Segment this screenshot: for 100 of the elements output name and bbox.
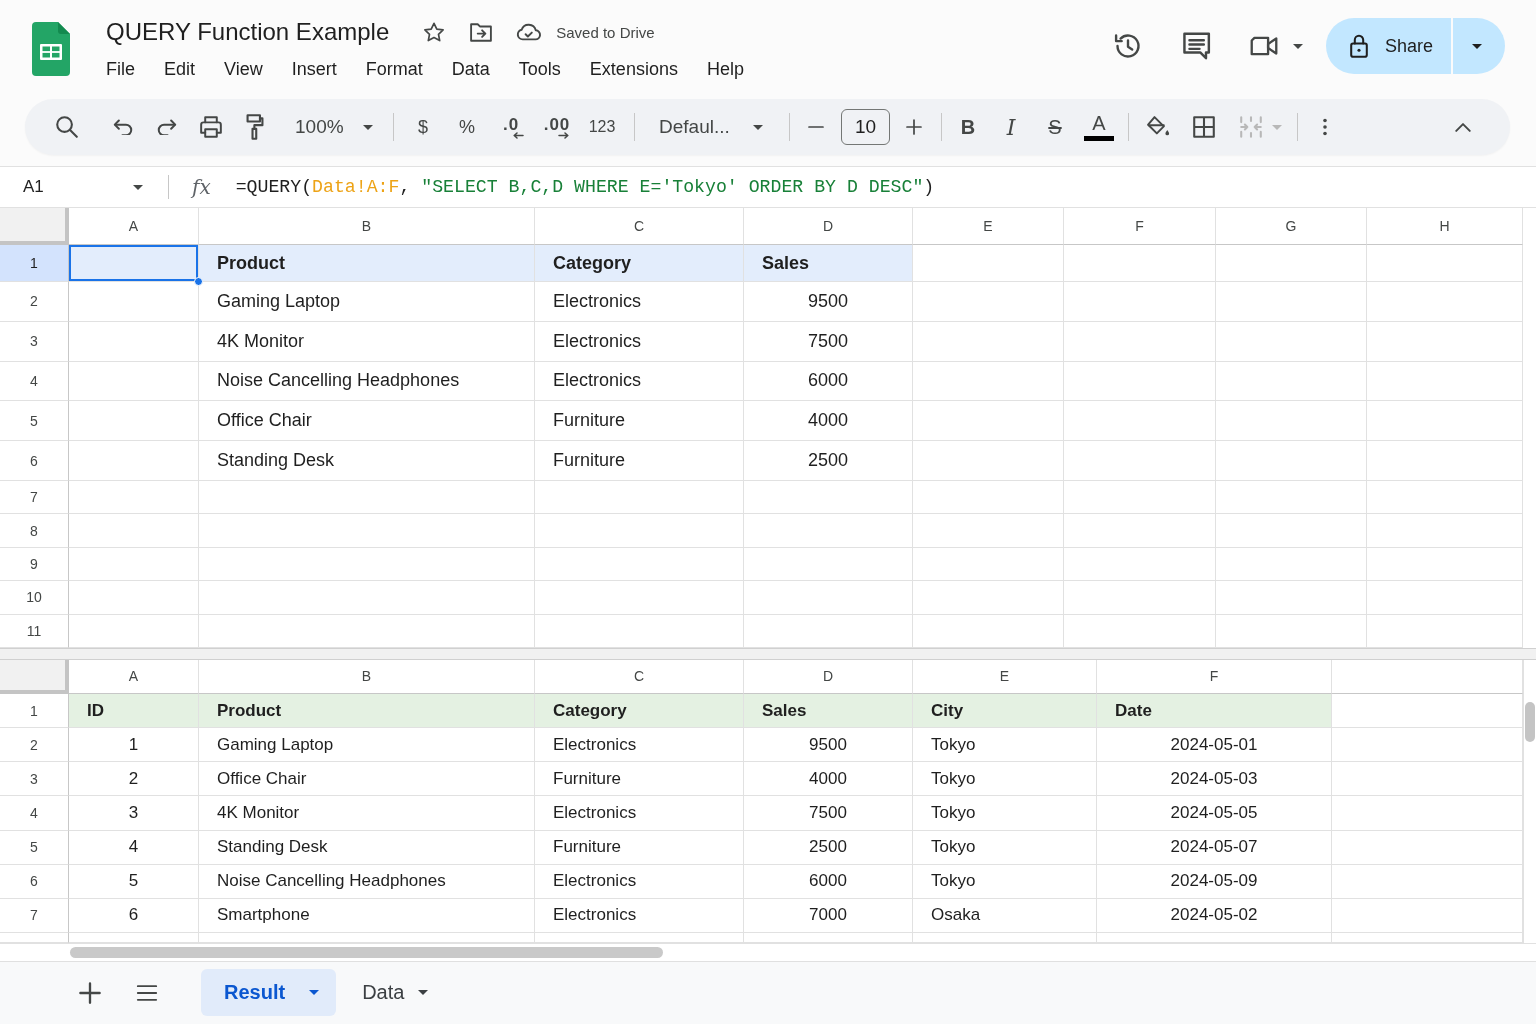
plus-icon[interactable]	[906, 119, 922, 135]
scrollbar-thumb[interactable]	[1525, 701, 1535, 742]
paint-bucket-icon[interactable]	[1146, 116, 1170, 138]
column-header[interactable]: F	[1097, 659, 1332, 694]
sheet-tab[interactable]: Result	[201, 969, 337, 1017]
arrow-right-icon	[558, 131, 570, 139]
row-header[interactable]: 1	[0, 245, 69, 282]
document-title[interactable]: QUERY Function Example	[106, 16, 390, 48]
table-cell: Product	[199, 245, 535, 282]
table-cell: 2024-05-09	[1097, 864, 1332, 899]
column-header[interactable]: B	[199, 659, 535, 694]
redo-icon[interactable]	[157, 119, 177, 135]
row-header[interactable]: 6	[0, 441, 69, 481]
column-header[interactable]: F	[1064, 208, 1216, 245]
menu-item[interactable]: Extensions	[585, 56, 682, 82]
spreadsheet-logo-icon[interactable]	[32, 22, 70, 76]
row-header[interactable]: 7	[0, 898, 69, 933]
table-cell: Osaka	[913, 898, 1097, 933]
horizontal-scrollbar[interactable]	[0, 942, 1536, 961]
number-format-button[interactable]: 123	[588, 118, 616, 136]
table-cell: 2024-05-03	[1097, 762, 1332, 797]
row-header[interactable]: 4	[0, 796, 69, 831]
row-header[interactable]: 4	[0, 361, 69, 402]
text-color-button[interactable]: A	[1084, 113, 1114, 141]
scrollbar-thumb[interactable]	[70, 946, 663, 958]
table-cell: 9500	[744, 728, 913, 763]
percent-button[interactable]: %	[459, 116, 475, 138]
more-vertical-icon[interactable]	[1322, 117, 1328, 137]
star-icon[interactable]	[423, 21, 446, 43]
plus-icon[interactable]	[79, 981, 101, 1004]
menu-item[interactable]: Help	[702, 56, 748, 82]
menu-item[interactable]: Edit	[160, 56, 200, 82]
column-header[interactable]: G	[1216, 208, 1367, 245]
borders-icon[interactable]	[1193, 116, 1215, 138]
print-icon[interactable]	[199, 116, 223, 138]
history-icon[interactable]	[1114, 32, 1142, 60]
row-header[interactable]: 7	[0, 481, 69, 515]
row-header[interactable]: 6	[0, 864, 69, 899]
caret-icon	[1272, 124, 1282, 130]
comments-icon[interactable]	[1183, 32, 1211, 60]
menu-item[interactable]: View	[220, 56, 267, 82]
row-header[interactable]: 3	[0, 321, 69, 362]
paint-roller-icon[interactable]	[245, 114, 265, 140]
table-cell: 2	[69, 762, 199, 797]
table-cell: Electronics	[535, 898, 744, 933]
font-size-field[interactable]: 10	[841, 109, 890, 145]
table-cell: Noise Cancelling Headphones	[199, 361, 535, 402]
row-header[interactable]: 2	[0, 728, 69, 763]
zoom-dropdown[interactable]: 100%	[282, 107, 382, 147]
undo-icon[interactable]	[113, 119, 133, 135]
menu-item[interactable]: Data	[447, 56, 494, 82]
table-cell: 7000	[744, 898, 913, 933]
menu-item[interactable]: Format	[361, 56, 427, 82]
table-cell: Furniture	[535, 401, 744, 442]
name-box[interactable]: A1	[0, 170, 150, 204]
column-header[interactable]: E	[913, 208, 1064, 245]
increase-decimal-button[interactable]: .00	[543, 115, 571, 139]
row-header[interactable]: 3	[0, 762, 69, 797]
column-header[interactable]: C	[535, 659, 744, 694]
row-header[interactable]: 2	[0, 282, 69, 322]
table-cell: Sales	[744, 693, 913, 729]
column-header[interactable]: A	[69, 659, 199, 694]
share-button[interactable]: Share	[1326, 18, 1451, 74]
menu-item[interactable]: Insert	[287, 56, 341, 82]
row-header[interactable]: 5	[0, 401, 69, 442]
table-cell: Tokyo	[913, 728, 1097, 763]
vertical-scrollbar[interactable]	[1523, 659, 1536, 943]
table-cell: Tokyo	[913, 796, 1097, 831]
chevron-up-icon[interactable]	[1455, 122, 1471, 132]
column-header[interactable]: E	[913, 659, 1097, 694]
currency-button[interactable]: $	[418, 116, 428, 138]
column-header[interactable]: H	[1367, 208, 1523, 245]
table-cell: 2500	[744, 830, 913, 865]
column-header[interactable]: D	[744, 659, 913, 694]
strikethrough-button[interactable]: S	[1048, 115, 1062, 139]
menu-item[interactable]: File	[102, 56, 139, 82]
menu-icon[interactable]	[136, 984, 158, 1001]
table-cell: Standing Desk	[199, 830, 535, 865]
search-icon[interactable]	[56, 116, 78, 138]
table-cell: Gaming Laptop	[199, 282, 535, 322]
formula-input[interactable]: =QUERY(Data!A:F, "SELECT B,C,D WHERE E='Tokyo' ORDER BY D DESC")	[235, 177, 935, 197]
row-header[interactable]: 9	[0, 547, 69, 582]
table-cell: Gaming Laptop	[199, 728, 535, 763]
bold-button[interactable]: B	[960, 115, 976, 139]
table-cell: Furniture	[535, 762, 744, 797]
sheet-tab[interactable]: Data	[346, 969, 446, 1017]
font-dropdown[interactable]: Defaul...	[646, 107, 772, 147]
row-header[interactable]: 5	[0, 830, 69, 865]
decrease-decimal-button[interactable]: .0	[498, 115, 524, 139]
folder-arrow-icon[interactable]	[470, 22, 493, 42]
row-header[interactable]: 8	[0, 514, 69, 548]
italic-button[interactable]: I	[1006, 114, 1016, 140]
table-cell: City	[913, 693, 1097, 729]
menu-item[interactable]: Tools	[514, 56, 565, 82]
row-header[interactable]: 10	[0, 581, 69, 615]
video-camera-icon[interactable]	[1249, 35, 1279, 57]
table-cell: 4K Monitor	[199, 796, 535, 831]
caret-icon[interactable]	[1293, 43, 1303, 49]
table-cell: 4K Monitor	[199, 321, 535, 362]
row-header[interactable]: 11	[0, 614, 69, 648]
